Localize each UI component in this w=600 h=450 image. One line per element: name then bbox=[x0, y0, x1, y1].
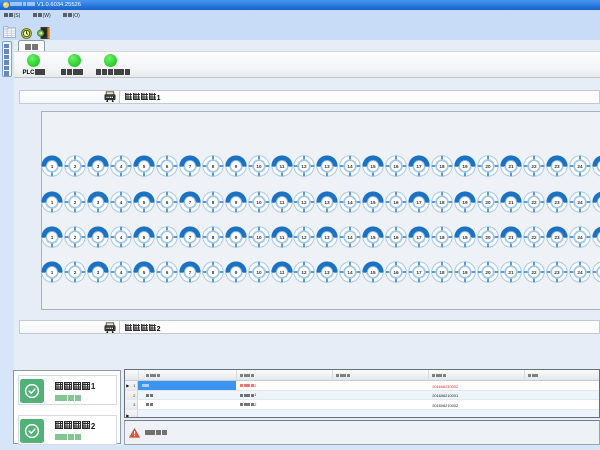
svg-text:24: 24 bbox=[577, 164, 583, 169]
svg-text:2: 2 bbox=[74, 271, 77, 276]
svg-text:21: 21 bbox=[508, 200, 514, 205]
svg-text:2: 2 bbox=[74, 235, 77, 240]
svg-text:8: 8 bbox=[211, 164, 214, 169]
svg-text:18: 18 bbox=[439, 164, 445, 169]
svg-text:4: 4 bbox=[120, 271, 123, 276]
svg-text:7: 7 bbox=[188, 200, 191, 205]
svg-text:16: 16 bbox=[394, 164, 400, 169]
svg-text:12: 12 bbox=[302, 271, 308, 276]
svg-text:9: 9 bbox=[234, 271, 237, 276]
svg-text:20: 20 bbox=[485, 235, 491, 240]
svg-text:5: 5 bbox=[143, 200, 146, 205]
svg-text:14: 14 bbox=[348, 164, 354, 169]
svg-text:9: 9 bbox=[234, 235, 237, 240]
svg-text:24: 24 bbox=[577, 235, 583, 240]
svg-text:3: 3 bbox=[97, 164, 100, 169]
svg-text:10: 10 bbox=[256, 200, 262, 205]
svg-text:13: 13 bbox=[325, 271, 331, 276]
svg-text:6: 6 bbox=[166, 235, 169, 240]
svg-text:4: 4 bbox=[120, 200, 123, 205]
svg-text:5: 5 bbox=[143, 235, 146, 240]
svg-text:13: 13 bbox=[325, 200, 331, 205]
svg-text:2: 2 bbox=[74, 200, 77, 205]
svg-text:12: 12 bbox=[302, 164, 308, 169]
svg-text:1: 1 bbox=[51, 235, 54, 240]
svg-text:6: 6 bbox=[166, 200, 169, 205]
svg-text:22: 22 bbox=[531, 200, 537, 205]
svg-text:3: 3 bbox=[97, 235, 100, 240]
svg-text:17: 17 bbox=[416, 164, 422, 169]
svg-text:16: 16 bbox=[394, 235, 400, 240]
svg-text:15: 15 bbox=[371, 235, 377, 240]
svg-text:21: 21 bbox=[508, 271, 514, 276]
svg-text:3: 3 bbox=[97, 200, 100, 205]
svg-text:13: 13 bbox=[325, 235, 331, 240]
svg-text:19: 19 bbox=[462, 235, 468, 240]
svg-text:12: 12 bbox=[302, 235, 308, 240]
svg-text:6: 6 bbox=[166, 271, 169, 276]
svg-text:8: 8 bbox=[211, 235, 214, 240]
svg-text:23: 23 bbox=[554, 164, 560, 169]
svg-text:23: 23 bbox=[554, 200, 560, 205]
svg-text:10: 10 bbox=[256, 164, 262, 169]
svg-text:19: 19 bbox=[462, 200, 468, 205]
svg-text:7: 7 bbox=[188, 235, 191, 240]
svg-text:5: 5 bbox=[143, 164, 146, 169]
svg-text:21: 21 bbox=[508, 164, 514, 169]
svg-text:19: 19 bbox=[462, 271, 468, 276]
svg-text:20: 20 bbox=[485, 271, 491, 276]
svg-text:5: 5 bbox=[143, 271, 146, 276]
svg-text:22: 22 bbox=[531, 235, 537, 240]
svg-text:15: 15 bbox=[371, 164, 377, 169]
svg-text:17: 17 bbox=[416, 271, 422, 276]
svg-text:22: 22 bbox=[531, 164, 537, 169]
svg-text:12: 12 bbox=[302, 200, 308, 205]
svg-text:19: 19 bbox=[462, 164, 468, 169]
svg-text:23: 23 bbox=[554, 235, 560, 240]
svg-text:8: 8 bbox=[211, 271, 214, 276]
svg-text:4: 4 bbox=[120, 164, 123, 169]
svg-text:14: 14 bbox=[348, 271, 354, 276]
svg-text:23: 23 bbox=[554, 271, 560, 276]
svg-text:11: 11 bbox=[279, 235, 284, 240]
svg-text:15: 15 bbox=[371, 200, 377, 205]
svg-text:18: 18 bbox=[439, 235, 445, 240]
svg-text:3: 3 bbox=[97, 271, 100, 276]
svg-text:7: 7 bbox=[188, 164, 191, 169]
svg-text:1: 1 bbox=[51, 271, 54, 276]
svg-text:10: 10 bbox=[256, 235, 262, 240]
svg-text:22: 22 bbox=[531, 271, 537, 276]
svg-text:10: 10 bbox=[256, 271, 262, 276]
svg-text:8: 8 bbox=[211, 200, 214, 205]
svg-text:14: 14 bbox=[348, 200, 354, 205]
svg-text:7: 7 bbox=[188, 271, 191, 276]
svg-text:20: 20 bbox=[485, 200, 491, 205]
svg-text:11: 11 bbox=[279, 271, 284, 276]
svg-text:4: 4 bbox=[120, 235, 123, 240]
svg-text:15: 15 bbox=[371, 271, 377, 276]
svg-text:17: 17 bbox=[416, 235, 422, 240]
svg-text:24: 24 bbox=[577, 271, 583, 276]
svg-text:18: 18 bbox=[439, 200, 445, 205]
svg-text:18: 18 bbox=[439, 271, 445, 276]
svg-text:16: 16 bbox=[394, 200, 400, 205]
svg-text:9: 9 bbox=[234, 200, 237, 205]
svg-text:24: 24 bbox=[577, 200, 583, 205]
svg-text:11: 11 bbox=[279, 164, 284, 169]
svg-text:11: 11 bbox=[279, 200, 284, 205]
svg-text:17: 17 bbox=[416, 200, 422, 205]
svg-text:6: 6 bbox=[166, 164, 169, 169]
svg-text:2: 2 bbox=[74, 164, 77, 169]
svg-text:14: 14 bbox=[348, 235, 354, 240]
svg-text:9: 9 bbox=[234, 164, 237, 169]
svg-text:1: 1 bbox=[51, 200, 54, 205]
svg-text:16: 16 bbox=[394, 271, 400, 276]
svg-text:1: 1 bbox=[51, 164, 54, 169]
svg-text:13: 13 bbox=[325, 164, 331, 169]
svg-text:21: 21 bbox=[508, 235, 514, 240]
svg-text:20: 20 bbox=[485, 164, 491, 169]
